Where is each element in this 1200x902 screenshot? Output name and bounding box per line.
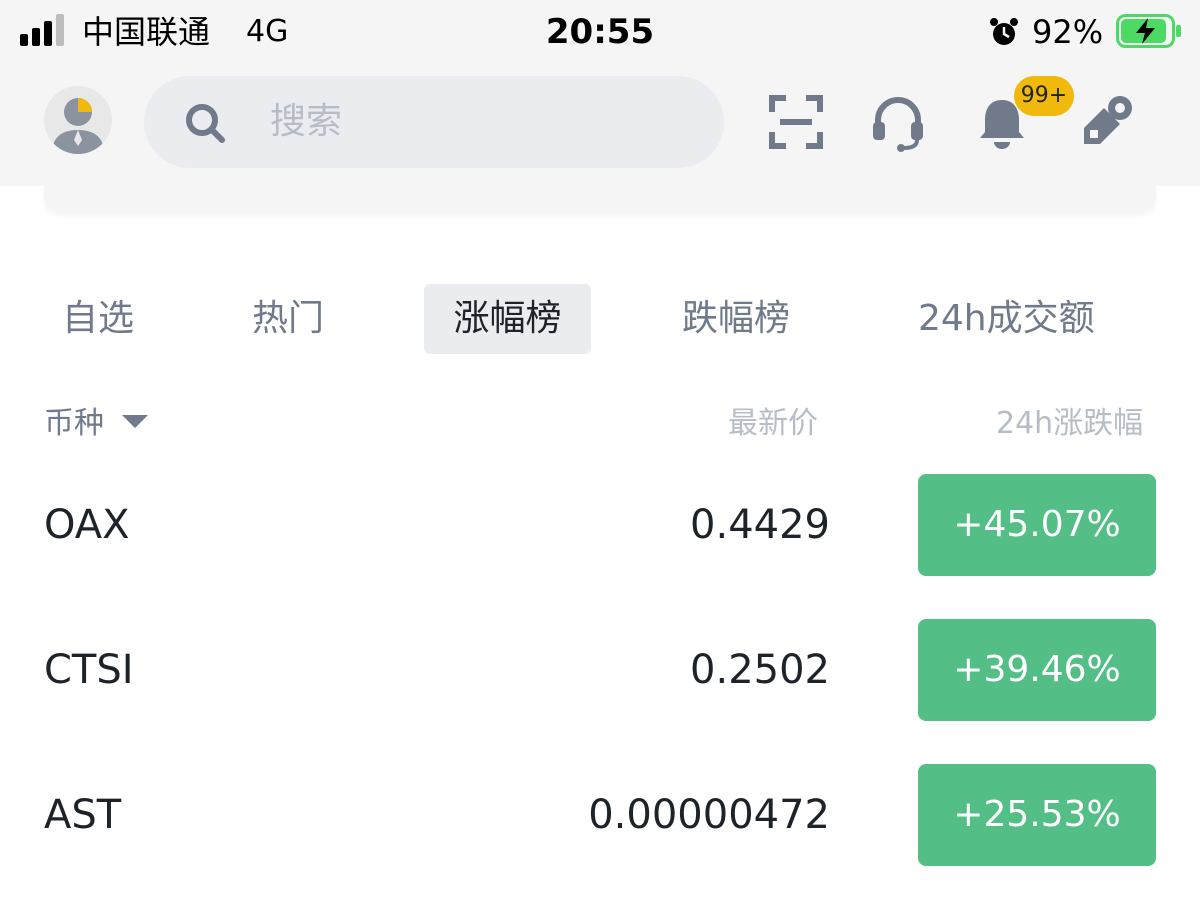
rewards-icon[interactable] <box>1076 92 1136 152</box>
search-icon <box>186 104 225 143</box>
market-row[interactable]: OAX 0.4429 +45.07% <box>0 474 1200 576</box>
coin-symbol: AST <box>44 792 122 838</box>
change-badge[interactable]: +39.46% <box>918 619 1156 721</box>
last-price: 0.00000472 <box>588 792 830 838</box>
battery-charging-icon <box>1116 14 1181 48</box>
column-header-last-price: 最新价 <box>728 406 818 441</box>
app-header: 搜索 99+ <box>0 62 1200 186</box>
market-row[interactable]: CTSI 0.2502 +39.46% <box>0 619 1200 721</box>
battery-percent: 92% <box>1032 13 1104 51</box>
headset-icon[interactable] <box>868 92 928 152</box>
market-row[interactable]: AST 0.00000472 +25.53% <box>0 764 1200 866</box>
last-price: 0.4429 <box>690 502 830 548</box>
sort-down-icon <box>122 415 148 428</box>
tab-losers[interactable]: 跌幅榜 <box>682 284 790 354</box>
avatar-icon <box>52 98 104 154</box>
change-badge[interactable]: +25.53% <box>918 764 1156 866</box>
column-header-change-24h: 24h涨跌幅 <box>996 406 1144 441</box>
banner-edge <box>44 186 1156 212</box>
coin-symbol: OAX <box>44 502 130 548</box>
tab-volume-24h[interactable]: 24h成交额 <box>918 284 1095 354</box>
column-header-coin-label: 币种 <box>44 406 104 441</box>
status-time: 20:55 <box>545 12 655 52</box>
last-price: 0.2502 <box>690 647 830 693</box>
notification-badge: 99+ <box>1014 76 1074 116</box>
search-placeholder: 搜索 <box>270 101 343 142</box>
market-tabs: 自选 热门 涨幅榜 跌幅榜 24h成交额 <box>0 284 1200 354</box>
tab-hot[interactable]: 热门 <box>252 284 324 354</box>
tab-favorites[interactable]: 自选 <box>62 284 134 354</box>
avatar[interactable] <box>44 86 112 154</box>
coin-symbol: CTSI <box>44 647 134 693</box>
scan-icon[interactable] <box>766 92 826 152</box>
column-header-coin[interactable]: 币种 <box>44 402 148 446</box>
search-bar[interactable]: 搜索 <box>144 76 724 168</box>
change-badge[interactable]: +45.07% <box>918 474 1156 576</box>
status-bar: 中国联通 4G 20:55 92% <box>0 0 1200 62</box>
alarm-icon <box>990 18 1018 45</box>
tab-gainers[interactable]: 涨幅榜 <box>424 284 591 354</box>
